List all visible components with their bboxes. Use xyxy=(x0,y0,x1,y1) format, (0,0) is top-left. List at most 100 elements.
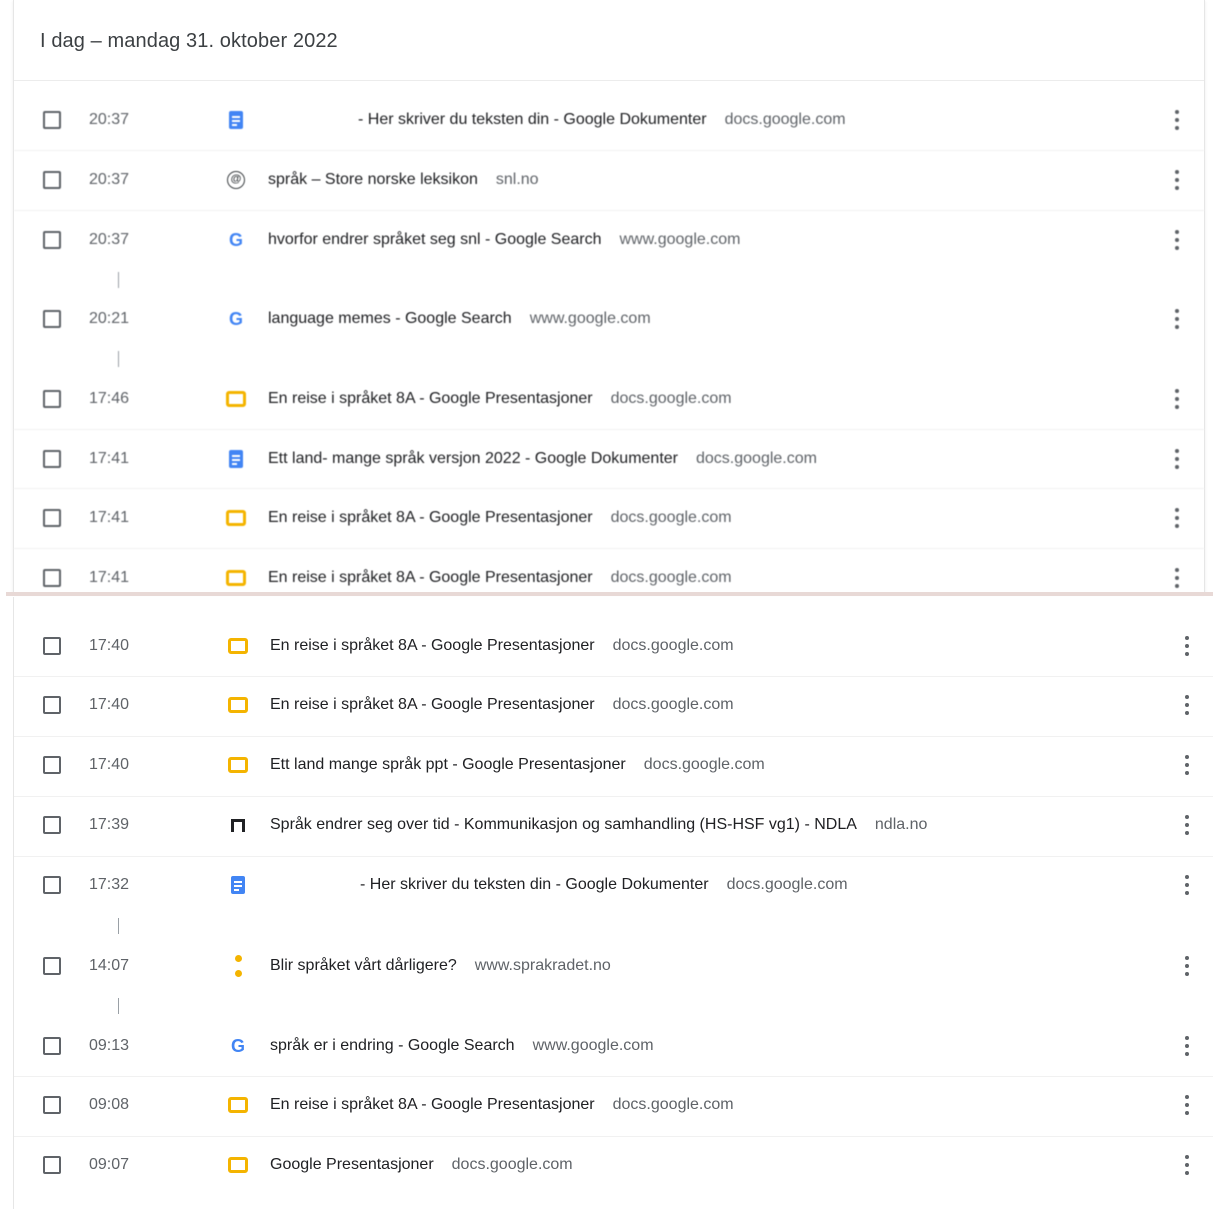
time-gap-marker xyxy=(118,918,119,934)
row-divider xyxy=(14,1136,1213,1137)
page-title-link[interactable]: språk er i endring - Google Search www.go… xyxy=(270,1037,654,1055)
docs-icon xyxy=(228,875,248,895)
page-domain: docs.google.com xyxy=(612,696,734,713)
page-title-link[interactable]: - Her skriver du teksten din - Google Do… xyxy=(270,876,848,894)
history-row[interactable]: 17:40 Ett land mange språk ppt - Google P… xyxy=(14,736,1213,795)
more-actions-icon[interactable] xyxy=(1174,110,1180,130)
visit-time: 17:40 xyxy=(89,637,130,654)
page-title-link[interactable]: språk – Store norske leksikon snl.no xyxy=(268,171,539,189)
page-title-link[interactable]: En reise i språket 8A - Google Presentas… xyxy=(270,1096,734,1114)
history-row[interactable]: 17:41 En reise i språket 8A - Google Pres… xyxy=(14,489,1204,548)
page-title: En reise i språket 8A - Google Presentas… xyxy=(268,390,593,407)
slides-icon xyxy=(228,755,248,775)
row-checkbox[interactable] xyxy=(43,509,61,527)
slides-icon xyxy=(228,1155,248,1175)
more-actions-icon[interactable] xyxy=(1184,956,1190,976)
row-checkbox[interactable] xyxy=(43,756,61,774)
row-checkbox[interactable] xyxy=(43,637,61,655)
row-checkbox[interactable] xyxy=(43,1037,61,1055)
row-divider xyxy=(14,676,1213,677)
more-actions-icon[interactable] xyxy=(1184,875,1190,895)
row-checkbox[interactable] xyxy=(43,310,61,328)
page-title-link[interactable]: language memes - Google Search www.google… xyxy=(268,310,651,328)
more-actions-icon[interactable] xyxy=(1174,508,1180,528)
visit-time: 17:40 xyxy=(89,696,130,713)
row-checkbox[interactable] xyxy=(43,450,61,468)
page-title-link[interactable]: En reise i språket 8A - Google Presentas… xyxy=(268,390,732,408)
more-actions-icon[interactable] xyxy=(1174,389,1180,409)
more-actions-icon[interactable] xyxy=(1184,695,1190,715)
page-title: language memes - Google Search xyxy=(268,310,512,327)
history-row[interactable]: 17:46 En reise i språket 8A - Google Pres… xyxy=(14,370,1204,429)
history-row[interactable]: 20:21 Glanguage memes - Google Search www.… xyxy=(14,290,1204,349)
page-domain: www.sprakradet.no xyxy=(474,957,611,974)
history-row[interactable]: 20:37 Ghvorfor endrer språket seg snl - G… xyxy=(14,211,1204,270)
page-title: En reise i språket 8A - Google Presentas… xyxy=(268,569,593,586)
more-actions-icon[interactable] xyxy=(1184,815,1190,835)
page-title-link[interactable]: En reise i språket 8A - Google Presentas… xyxy=(268,509,732,527)
row-checkbox[interactable] xyxy=(43,171,61,189)
history-row[interactable]: 17:40 En reise i språket 8A - Google Pres… xyxy=(14,617,1213,676)
page-title-link[interactable]: En reise i språket 8A - Google Presentas… xyxy=(270,696,734,714)
visit-time: 17:40 xyxy=(89,756,130,773)
screenshot-divider xyxy=(6,592,1213,596)
row-checkbox[interactable] xyxy=(43,1096,61,1114)
page-title-link[interactable]: Google Presentasjoner docs.google.com xyxy=(270,1156,573,1174)
page-title-link[interactable]: Blir språket vårt dårligere? www.sprakrad… xyxy=(270,957,611,975)
more-actions-icon[interactable] xyxy=(1184,1095,1190,1115)
row-checkbox[interactable] xyxy=(43,816,61,834)
row-checkbox[interactable] xyxy=(43,876,61,894)
date-heading: I dag – mandag 31. oktober 2022 xyxy=(40,30,338,52)
history-row[interactable]: 09:13 Gspråk er i endring - Google Search… xyxy=(14,1017,1213,1076)
time-gap-marker xyxy=(118,272,119,288)
page-domain: docs.google.com xyxy=(612,1096,734,1113)
page-domain: snl.no xyxy=(495,171,539,188)
page-domain: docs.google.com xyxy=(696,450,817,467)
history-row[interactable]: 14:07 Blir språket vårt dårligere? www.spr… xyxy=(14,937,1213,996)
page-domain: docs.google.com xyxy=(612,637,734,654)
page-title-link[interactable]: - Her skriver du teksten din - Google Do… xyxy=(268,111,846,129)
history-row[interactable]: 09:08 En reise i språket 8A - Google Pres… xyxy=(14,1076,1213,1135)
page-domain: docs.google.com xyxy=(643,756,765,773)
history-row[interactable]: 17:41 Ett land- mange språk versjon 2022 … xyxy=(14,430,1204,489)
page-title-link[interactable]: En reise i språket 8A - Google Presentas… xyxy=(270,637,734,655)
google-icon: G xyxy=(230,1035,245,1056)
history-row[interactable]: 09:07 Google Presentasjoner docs.google.co… xyxy=(14,1136,1213,1195)
row-checkbox[interactable] xyxy=(43,569,61,587)
history-row[interactable]: 20:37 - Her skriver du teksten din - Goog… xyxy=(14,91,1204,150)
row-checkbox[interactable] xyxy=(43,111,61,129)
more-actions-icon[interactable] xyxy=(1184,755,1190,775)
row-checkbox[interactable] xyxy=(43,231,61,249)
row-checkbox[interactable] xyxy=(43,957,61,975)
row-checkbox[interactable] xyxy=(43,696,61,714)
slides-icon xyxy=(228,695,248,715)
more-actions-icon[interactable] xyxy=(1184,636,1190,656)
history-row[interactable]: 17:32 - Her skriver du teksten din - Goog… xyxy=(14,856,1213,915)
page-title: Språk endrer seg over tid - Kommunikasjo… xyxy=(270,816,857,833)
history-row[interactable]: 17:39 Språk endrer seg over tid - Kommuni… xyxy=(14,796,1213,855)
more-actions-icon[interactable] xyxy=(1174,449,1180,469)
row-divider xyxy=(14,1076,1213,1077)
google-icon: G xyxy=(228,308,243,329)
page-title-link[interactable]: Ett land- mange språk versjon 2022 - Goo… xyxy=(268,450,817,468)
visit-time: 09:13 xyxy=(89,1037,130,1054)
more-actions-icon[interactable] xyxy=(1184,1036,1190,1056)
history-row[interactable]: 20:37 @ språk – Store norske leksikon snl.n… xyxy=(14,151,1204,210)
page-title: Ett land- mange språk versjon 2022 - Goo… xyxy=(268,450,678,467)
page-title: Google Presentasjoner xyxy=(270,1156,434,1173)
row-checkbox[interactable] xyxy=(43,390,61,408)
visit-time: 20:37 xyxy=(89,231,130,248)
more-actions-icon[interactable] xyxy=(1174,568,1180,588)
page-title-link[interactable]: En reise i språket 8A - Google Presentas… xyxy=(268,569,732,587)
more-actions-icon[interactable] xyxy=(1174,309,1180,329)
page-title-link[interactable]: Språk endrer seg over tid - Kommunikasjo… xyxy=(270,816,927,834)
page-title-link[interactable]: hvorfor endrer språket seg snl - Google … xyxy=(268,231,740,249)
page-domain: docs.google.com xyxy=(451,1156,573,1173)
more-actions-icon[interactable] xyxy=(1184,1155,1190,1175)
more-actions-icon[interactable] xyxy=(1174,170,1180,190)
more-actions-icon[interactable] xyxy=(1174,230,1180,250)
history-date-header: I dag – mandag 31. oktober 2022 xyxy=(14,0,1204,81)
history-row[interactable]: 17:40 En reise i språket 8A - Google Pres… xyxy=(14,676,1213,735)
page-title-link[interactable]: Ett land mange språk ppt - Google Presen… xyxy=(270,756,765,774)
row-checkbox[interactable] xyxy=(43,1156,61,1174)
